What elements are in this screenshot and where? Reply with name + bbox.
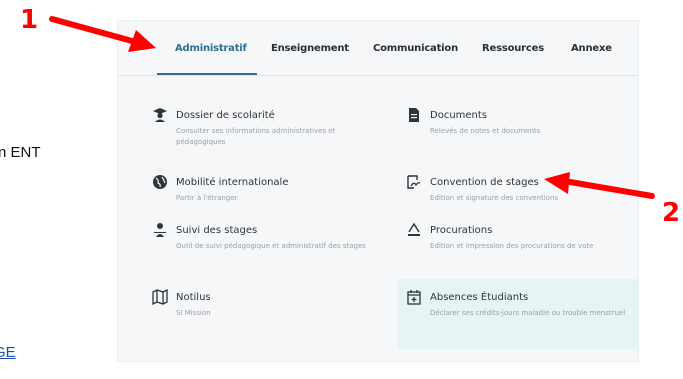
card-title: Dossier de scolarité: [176, 110, 275, 121]
card-description: Relevés de notes et documents: [430, 127, 541, 135]
card-title: Documents: [430, 110, 488, 121]
ent-panel: Administratif Enseignement Communication…: [117, 20, 639, 362]
tab-annexe[interactable]: Annexe: [571, 43, 612, 54]
card-description: Outil de suivi pédagogique et administra…: [176, 242, 366, 250]
map-icon: [152, 288, 168, 306]
person-icon: [152, 222, 168, 238]
document-fragment: n ENT GE: [0, 0, 120, 379]
card-title: Absences Étudiants: [430, 292, 529, 303]
globe-icon: [152, 174, 168, 190]
card-title: Procurations: [430, 225, 493, 236]
graduate-icon: [152, 107, 168, 123]
active-tab-indicator: [157, 73, 257, 75]
document-link[interactable]: GE: [0, 344, 16, 361]
service-grid: Dossier de scolarité Consulter ses infor…: [118, 76, 638, 361]
tab-administratif[interactable]: Administratif: [175, 43, 247, 54]
card-title: Notilus: [176, 292, 211, 303]
tab-ressources[interactable]: Ressources: [482, 43, 544, 54]
card-title: Convention de stages: [430, 177, 539, 188]
card-description: Edition et impression des procurations d…: [430, 242, 594, 250]
annotation-number-1: 1: [20, 5, 39, 35]
annotation-number-2: 2: [662, 198, 681, 228]
signing-icon: [406, 222, 422, 238]
tab-communication[interactable]: Communication: [373, 43, 458, 54]
card-description: Edition et signature des conventions: [430, 194, 559, 202]
tab-enseignement[interactable]: Enseignement: [271, 43, 349, 54]
card-description: SI Mission: [176, 309, 211, 317]
ent-text: n ENT: [0, 144, 41, 161]
document-icon: [406, 107, 422, 123]
calendar-plus-icon: [406, 289, 422, 305]
card-description: Partir à l'étranger: [176, 194, 238, 202]
card-title: Mobilité internationale: [176, 177, 289, 188]
card-description: Déclarer ses crédits-jours maladie ou tr…: [430, 309, 626, 317]
tab-bar: Administratif Enseignement Communication…: [118, 21, 638, 76]
card-title: Suivi des stages: [176, 225, 258, 236]
card-description: Consulter ses informations administrativ…: [176, 127, 336, 146]
signature-icon: [406, 174, 422, 190]
